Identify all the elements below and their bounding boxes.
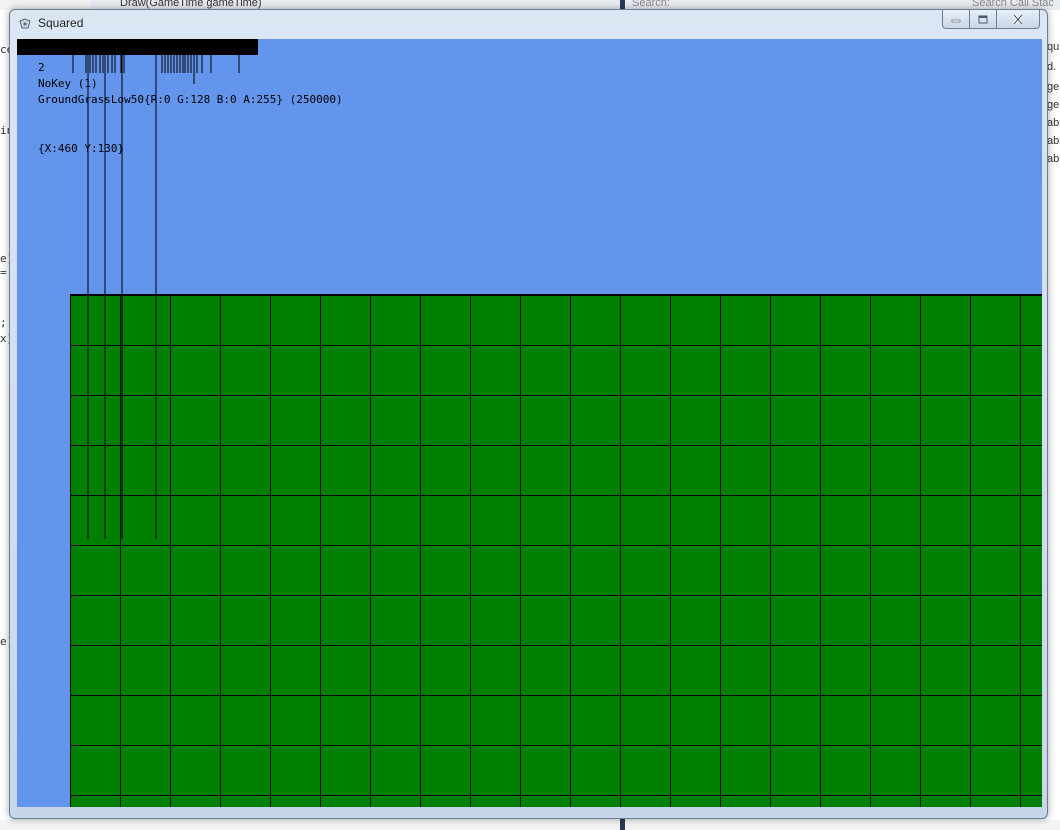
panel-fragment: ge [1047, 99, 1060, 111]
title-bar[interactable]: Squared [10, 10, 1047, 38]
xna-game-icon [19, 18, 31, 29]
minimize-button[interactable] [942, 10, 970, 29]
close-button[interactable] [996, 10, 1040, 29]
minimize-icon [951, 19, 961, 23]
code-fragment: = [0, 266, 7, 279]
debug-tile-info: GroundGrassLow50{R:0 G:128 B:0 A:255} (2… [38, 93, 343, 106]
debug-key-state: NoKey (1) [38, 77, 98, 90]
debug-mouse-position: {X:460 Y:130} [38, 142, 125, 155]
ide-method-label: Draw(GameTime gameTime) [120, 0, 262, 9]
panel-fragment: qu [1047, 41, 1060, 53]
panel-fragment: ab [1047, 117, 1060, 129]
debug-counter: 2 [38, 61, 45, 74]
game-canvas[interactable]: 2 NoKey (1) GroundGrassLow50{R:0 G:128 B… [17, 39, 1042, 807]
ide-right-panel: qu d. ge ge ab ab ab [1046, 10, 1060, 820]
window-title: Squared [38, 16, 84, 30]
performance-graph [72, 55, 240, 539]
panel-fragment: ge [1047, 81, 1060, 93]
maximize-icon [978, 15, 988, 23]
maximize-button[interactable] [969, 10, 997, 29]
ide-search-callstack[interactable]: Search Call Stac [972, 0, 1054, 9]
panel-fragment: ab [1047, 135, 1060, 147]
panel-fragment: d. [1047, 61, 1057, 73]
close-icon [1012, 13, 1024, 25]
panel-fragment: ab [1047, 153, 1060, 165]
code-fragment: ; [0, 316, 7, 329]
game-window[interactable]: Squared 2 NoKey (1) GroundGrassLow50{R:0… [9, 9, 1048, 819]
ide-search-label: Search: [632, 0, 670, 9]
